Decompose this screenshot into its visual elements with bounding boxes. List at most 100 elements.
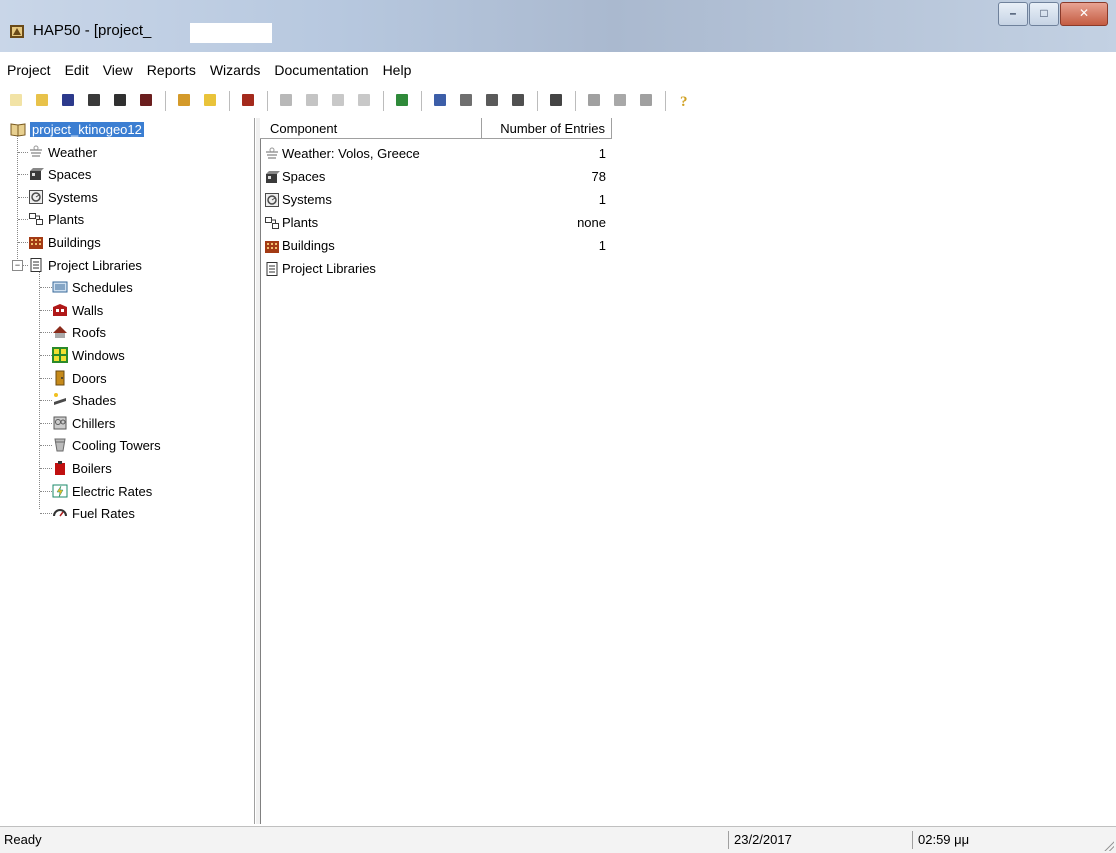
menu-documentation[interactable]: Documentation <box>267 62 375 78</box>
save-as-icon <box>138 92 154 111</box>
list-item[interactable]: Systems 1 <box>260 188 612 211</box>
help-button[interactable]: ? <box>672 90 696 112</box>
tree-item-electric-rates[interactable]: Electric Rates <box>52 480 152 502</box>
tree-connector <box>18 242 28 243</box>
edit-button[interactable] <box>172 90 196 112</box>
print-button[interactable] <box>108 90 132 112</box>
calculator-button[interactable] <box>544 90 568 112</box>
maximize-button[interactable]: □ <box>1029 2 1059 26</box>
tree-item-plants[interactable]: Plants <box>28 208 84 230</box>
window-title: HAP50 - [project_ <box>33 22 152 39</box>
list-button[interactable] <box>480 90 504 112</box>
column-header-entries[interactable]: Number of Entries <box>482 118 612 139</box>
calculator-icon <box>548 92 564 111</box>
tree-item-roofs[interactable]: Roofs <box>52 321 106 343</box>
toolbar-separator <box>229 91 231 111</box>
tree-item-chillers[interactable]: Chillers <box>52 412 115 434</box>
open-button[interactable] <box>30 90 54 112</box>
tree-item-systems[interactable]: Systems <box>28 186 98 208</box>
tree-item-label: Windows <box>72 347 125 363</box>
new-button[interactable] <box>4 90 28 112</box>
doors-icon <box>52 370 68 386</box>
electric-rates-icon <box>52 483 68 499</box>
menu-edit[interactable]: Edit <box>58 62 96 78</box>
list-item[interactable]: Project Libraries <box>260 257 612 280</box>
tree-item-fuel-rates[interactable]: Fuel Rates <box>52 502 135 524</box>
buildings-icon <box>264 238 280 254</box>
tree-item-schedules[interactable]: Schedules <box>52 276 133 298</box>
walls-icon <box>52 302 68 318</box>
tree-item-buildings[interactable]: Buildings <box>28 231 101 253</box>
minimize-button[interactable]: – <box>998 2 1028 26</box>
tree-item-boilers[interactable]: Boilers <box>52 457 112 479</box>
list-item[interactable]: Buildings 1 <box>260 234 612 257</box>
save-button[interactable] <box>56 90 80 112</box>
library-button[interactable] <box>82 90 106 112</box>
tree-item-label: Spaces <box>48 166 92 182</box>
menu-wizards[interactable]: Wizards <box>203 62 268 78</box>
new-icon <box>8 92 24 111</box>
tree-item-cooling-towers[interactable]: Cooling Towers <box>52 434 161 456</box>
tree-item-label: Buildings <box>48 234 101 250</box>
resize-grip[interactable] <box>1102 839 1114 851</box>
component-name: Project Libraries <box>282 261 376 276</box>
tree-item-windows[interactable]: Windows <box>52 344 125 366</box>
table-button[interactable] <box>634 90 658 112</box>
list-item[interactable]: Weather: Volos, Greece 1 <box>260 142 612 165</box>
toolbar-separator <box>165 91 167 111</box>
shades-icon <box>52 392 68 408</box>
collapse-toggle[interactable]: − <box>12 260 23 271</box>
print-icon <box>112 92 128 111</box>
column-header-component[interactable]: Component <box>260 118 482 139</box>
tree-item-label: Cooling Towers <box>72 437 161 453</box>
save-as-button[interactable] <box>134 90 158 112</box>
plants-icon <box>28 211 44 227</box>
chillers-icon <box>52 415 68 431</box>
menu-help[interactable]: Help <box>376 62 419 78</box>
tree-item-doors[interactable]: Doors <box>52 367 107 389</box>
larges-icon-button[interactable] <box>428 90 452 112</box>
tree-connector <box>40 445 52 446</box>
tree-connector <box>40 355 52 356</box>
menu-view[interactable]: View <box>96 62 140 78</box>
folder-icon <box>202 92 218 111</box>
tree-item-label: project_ktinogeo12 <box>30 121 144 137</box>
details-button[interactable] <box>506 90 530 112</box>
list-item[interactable]: Plants none <box>260 211 612 234</box>
component-name: Systems <box>282 192 332 207</box>
title-bar: HAP50 - [project_ – □ ✕ <box>0 0 1116 52</box>
copy-button[interactable] <box>274 90 298 112</box>
delete-button[interactable] <box>300 90 324 112</box>
tree-item-label: Weather <box>48 144 97 160</box>
menu-reports[interactable]: Reports <box>140 62 203 78</box>
tree-connector <box>40 513 52 514</box>
plant-button[interactable] <box>390 90 414 112</box>
list-item[interactable]: Spaces 78 <box>260 165 612 188</box>
tree-item-spaces[interactable]: Spaces <box>28 163 91 185</box>
entry-count: 1 <box>598 146 606 161</box>
toolbar: ? <box>0 88 1116 114</box>
tree-item-label: Plants <box>48 211 85 227</box>
spaces-icon <box>264 169 280 185</box>
pin-button[interactable] <box>352 90 376 112</box>
report-button[interactable] <box>582 90 606 112</box>
smalls-icon-button[interactable] <box>454 90 478 112</box>
status-message: Ready <box>4 832 42 847</box>
tree-item-project-ktinogeo12[interactable]: project_ktinogeo12 <box>10 118 144 140</box>
open-icon <box>34 92 50 111</box>
library-icon <box>86 92 102 111</box>
tree-item-project-libraries[interactable]: Project Libraries <box>28 254 142 276</box>
project-tree[interactable]: project_ktinogeo12 Weather Spaces Systems Pl… <box>2 118 255 824</box>
menu-project[interactable]: Project <box>0 62 58 78</box>
tree-item-weather[interactable]: Weather <box>28 141 97 163</box>
component-name: Spaces <box>282 169 326 184</box>
tree-connector <box>40 491 52 492</box>
building-button[interactable] <box>236 90 260 112</box>
tree-item-walls[interactable]: Walls <box>52 299 103 321</box>
folder-button[interactable] <box>198 90 222 112</box>
close-button[interactable]: ✕ <box>1060 2 1108 26</box>
properties-button[interactable] <box>326 90 350 112</box>
chart-button[interactable] <box>608 90 632 112</box>
tree-item-shades[interactable]: Shades <box>52 389 116 411</box>
component-list[interactable]: Component Number of Entries Weather: Vol… <box>260 118 1116 824</box>
